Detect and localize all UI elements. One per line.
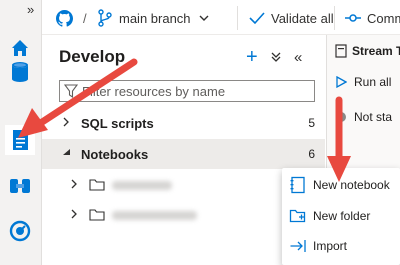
panel-title: Develop xyxy=(59,47,126,66)
status-dot-icon xyxy=(336,112,346,122)
integrate-icon xyxy=(10,179,30,193)
collapse-panel-button[interactable]: « xyxy=(294,47,302,67)
path-separator: / xyxy=(83,10,87,26)
menu-item-label: Import xyxy=(313,239,348,253)
filter-resources-field[interactable] xyxy=(59,80,315,102)
import-icon xyxy=(290,240,306,252)
menu-item-new-notebook[interactable]: New notebook xyxy=(282,170,400,200)
caret-right-icon xyxy=(71,179,77,189)
run-all-label: Run all xyxy=(354,75,392,89)
redacted-folder-name xyxy=(112,181,172,190)
folder-icon xyxy=(89,209,105,221)
tree-node-notebooks[interactable]: Notebooks 6 xyxy=(42,139,325,169)
play-icon xyxy=(336,76,347,88)
commit-label: Comm xyxy=(367,10,400,26)
folder-icon xyxy=(89,179,105,191)
validate-all-button[interactable]: Validate all xyxy=(249,9,334,27)
double-chevron-down-icon xyxy=(271,52,281,62)
redacted-folder-name xyxy=(112,211,197,220)
editor-tab-label: Stream T xyxy=(352,44,400,58)
notebook-tab-icon xyxy=(335,44,347,58)
checkmark-icon xyxy=(249,12,265,25)
data-icon xyxy=(12,62,28,82)
tree-node-label: SQL scripts xyxy=(81,116,154,131)
run-all-button[interactable]: Run all xyxy=(335,75,391,89)
commit-icon xyxy=(345,14,361,22)
menu-item-label: New notebook xyxy=(313,178,390,192)
branch-icon xyxy=(98,9,112,27)
commit-button[interactable]: Comm xyxy=(345,9,400,27)
notebook-icon xyxy=(290,176,305,194)
new-folder-icon xyxy=(289,209,306,223)
branch-label: main branch xyxy=(119,10,191,26)
editor-tab[interactable]: Stream T xyxy=(335,44,400,58)
caret-down-icon xyxy=(63,149,70,155)
left-nav-rail: » xyxy=(0,0,42,265)
monitor-icon xyxy=(9,220,31,242)
synapse-studio-window: » / main branch Validate all Comm Develo… xyxy=(0,0,400,265)
nav-data-button[interactable] xyxy=(5,57,35,87)
new-resource-context-menu: New notebook New folder Import xyxy=(282,168,400,265)
toolbar-divider xyxy=(237,6,238,30)
tree-node-count: 5 xyxy=(308,116,315,130)
filter-resources-input[interactable] xyxy=(82,82,310,100)
validate-all-label: Validate all xyxy=(271,10,334,26)
caret-right-icon xyxy=(71,209,77,219)
chevron-down-icon xyxy=(199,15,209,21)
tree-node-label: Notebooks xyxy=(81,147,149,162)
nav-integrate-button[interactable] xyxy=(5,171,35,201)
nav-develop-button[interactable] xyxy=(5,125,35,155)
add-resource-button[interactable]: + xyxy=(246,46,258,68)
repo-selector[interactable] xyxy=(56,9,73,27)
expand-all-button[interactable] xyxy=(271,47,281,67)
menu-item-import[interactable]: Import xyxy=(282,231,400,261)
filter-icon xyxy=(64,84,78,98)
session-status: Not sta xyxy=(335,110,392,124)
home-icon xyxy=(12,40,28,56)
rail-collapse-button[interactable]: » xyxy=(27,2,34,18)
branch-selector[interactable]: main branch xyxy=(97,9,209,27)
tree-node-count: 6 xyxy=(308,147,315,161)
caret-right-icon xyxy=(63,117,69,127)
develop-icon xyxy=(13,130,28,150)
nav-monitor-button[interactable] xyxy=(5,216,35,246)
session-status-label: Not sta xyxy=(354,110,393,124)
toolbar-divider xyxy=(334,6,335,30)
tree-node-sql-scripts[interactable]: SQL scripts 5 xyxy=(42,108,325,138)
github-icon xyxy=(56,9,73,27)
menu-item-new-folder[interactable]: New folder xyxy=(282,201,400,231)
top-toolbar: / main branch Validate all Comm xyxy=(42,0,400,35)
menu-item-label: New folder xyxy=(313,209,371,223)
